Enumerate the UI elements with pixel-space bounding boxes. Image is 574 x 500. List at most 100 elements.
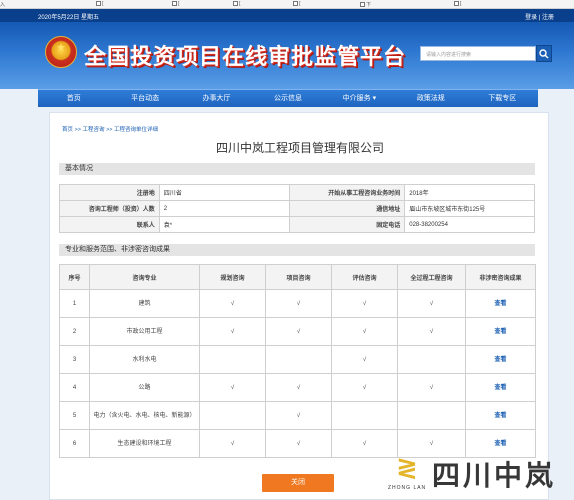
- planning-check: [199, 401, 266, 430]
- specialty-name: 水利水电: [89, 345, 200, 374]
- view-results-link[interactable]: 查看: [465, 373, 536, 402]
- contact-value: 袁*: [158, 216, 290, 233]
- engineer-count-value: 2: [158, 200, 290, 217]
- specialty-name: 建筑: [89, 289, 200, 318]
- project-check: [265, 345, 332, 374]
- row-number: 5: [59, 401, 90, 430]
- contact-label: 联系人: [59, 216, 160, 233]
- download-icon: [360, 2, 365, 7]
- registered-place-value: 四川省: [158, 184, 290, 201]
- table-row: 4 公路 √ √ √ √ 查看: [59, 373, 536, 402]
- chevron-down-icon: ▾: [372, 95, 377, 102]
- col-header-results: 非涉密咨询成果: [465, 264, 536, 290]
- table-row: 5 电力（含火电、水电、核电、新能源） √ 查看: [59, 401, 536, 430]
- link-separator: |: [538, 15, 541, 21]
- whole-process-check: [397, 345, 466, 374]
- main-nav: 首页 平台动态 办事大厅 公示信息 中介服务 ▾ 政策法规 下载专区: [38, 89, 538, 107]
- whole-process-check: √: [397, 317, 466, 346]
- page-title: 四川中岚工程项目管理有限公司: [215, 141, 384, 155]
- bookmark-icon: [454, 1, 459, 6]
- nav-intermediary-service[interactable]: 中介服务 ▾: [324, 90, 395, 107]
- breadcrumb-current[interactable]: 工程咨询单位详细: [114, 127, 158, 133]
- engineer-count-label: 咨询工程师（投资）人数: [59, 200, 160, 217]
- bookmark-icon: [233, 1, 238, 6]
- address-value: 眉山市东坡区城市东街125号: [404, 200, 535, 217]
- table-row: 联系人 袁* 固定电话 028-38200254: [59, 216, 535, 233]
- start-time-value: 2018年: [404, 184, 535, 201]
- bookmark-icon: [172, 1, 177, 6]
- row-number: 4: [59, 373, 90, 402]
- bookmark-icon: [293, 1, 298, 6]
- table-row: 3 水利水电 √ 查看: [59, 345, 536, 374]
- col-header-number: 序号: [59, 264, 90, 290]
- watermark-name: 四川中岚: [432, 460, 557, 491]
- row-number: 3: [59, 345, 90, 374]
- assessment-check: √: [331, 289, 398, 318]
- whole-process-check: [397, 401, 466, 430]
- assessment-check: √: [331, 317, 398, 346]
- nav-service-hall[interactable]: 办事大厅: [181, 90, 252, 107]
- nav-policies[interactable]: 政策法规: [395, 90, 466, 107]
- breadcrumb-separator: >>: [74, 127, 81, 133]
- services-heading: 专业和服务范围、非涉密咨询成果: [59, 244, 535, 256]
- phone-label: 固定电话: [288, 216, 406, 233]
- project-check: √: [265, 429, 332, 458]
- bookmark-5[interactable]: [: [293, 1, 300, 7]
- table-header-row: 序号 咨询专业 规划咨询 项目咨询 评估咨询 全过程工程咨询 非涉密咨询成果: [59, 264, 536, 290]
- nav-home[interactable]: 首页: [38, 90, 109, 107]
- nav-platform-news[interactable]: 平台动态: [109, 90, 180, 107]
- assessment-check: √: [331, 345, 398, 374]
- view-results-link[interactable]: 查看: [465, 345, 536, 374]
- col-header-assessment: 评估咨询: [331, 264, 398, 290]
- breadcrumb: 首页 >> 工程咨询 >> 工程咨询单位详细: [62, 125, 158, 133]
- breadcrumb-consulting[interactable]: 工程咨询: [83, 127, 105, 133]
- bookmark-2[interactable]: [: [96, 1, 103, 7]
- assessment-check: [331, 401, 398, 430]
- registered-place-label: 注册地: [59, 184, 160, 201]
- col-header-project: 项目咨询: [265, 264, 332, 290]
- table-row: 注册地 四川省 开始从事工程咨询业务时间 2018年: [59, 184, 535, 201]
- nav-downloads[interactable]: 下载专区: [467, 90, 538, 107]
- bookmark-1[interactable]: 入: [0, 1, 5, 8]
- view-results-link[interactable]: 查看: [465, 401, 536, 430]
- breadcrumb-separator: >>: [106, 127, 113, 133]
- table-row: 2 市政公用工程 √ √ √ √ 查看: [59, 317, 536, 346]
- browser-bookmarks-bar: 入 [ [ [ [ 下 [: [0, 0, 574, 9]
- watermark-latin: ZHONG LAN: [388, 485, 427, 491]
- col-header-planning: 规划咨询: [199, 264, 266, 290]
- search-button[interactable]: [536, 45, 552, 62]
- register-link[interactable]: 注册: [542, 15, 554, 21]
- login-link[interactable]: 登录: [525, 15, 537, 21]
- project-check: √: [265, 373, 332, 402]
- project-check: √: [265, 289, 332, 318]
- bookmark-7[interactable]: [: [454, 1, 461, 7]
- bookmark-3[interactable]: [: [172, 1, 179, 7]
- project-check: √: [265, 401, 332, 430]
- site-header: 2020年5月22日 星期五 登录 | 注册 ★ 全国投资项目在线审批监管平台 …: [0, 9, 574, 89]
- view-results-link[interactable]: 查看: [465, 289, 536, 318]
- whole-process-check: √: [397, 373, 466, 402]
- bookmark-6[interactable]: 下: [360, 1, 371, 8]
- bookmark-4[interactable]: [: [233, 1, 240, 7]
- breadcrumb-home[interactable]: 首页: [62, 127, 73, 133]
- national-emblem-icon: ★: [45, 36, 77, 68]
- site-title: 全国投资项目在线审批监管平台: [84, 44, 407, 69]
- table-row: 1 建筑 √ √ √ √ 查看: [59, 289, 536, 318]
- whole-process-check: √: [397, 289, 466, 318]
- close-button[interactable]: 关闭: [262, 474, 334, 492]
- basic-info-heading: 基本情况: [59, 163, 535, 175]
- view-results-link[interactable]: 查看: [465, 317, 536, 346]
- zhonglan-logo-icon: ≷: [396, 452, 418, 482]
- planning-check: √: [199, 429, 266, 458]
- services-table: 序号 咨询专业 规划咨询 项目咨询 评估咨询 全过程工程咨询 非涉密咨询成果 1…: [59, 264, 536, 458]
- top-links: 登录 | 注册: [525, 12, 554, 21]
- planning-check: √: [199, 373, 266, 402]
- basic-info-table: 注册地 四川省 开始从事工程咨询业务时间 2018年 咨询工程师（投资）人数 2…: [59, 184, 535, 233]
- row-number: 6: [59, 429, 90, 458]
- nav-public-info[interactable]: 公示信息: [252, 90, 323, 107]
- row-number: 1: [59, 289, 90, 318]
- search-input[interactable]: 请输入内容进行搜索: [420, 46, 536, 61]
- start-time-label: 开始从事工程咨询业务时间: [288, 184, 406, 201]
- zhonglan-logo: ≷ ZHONG LAN: [388, 452, 428, 492]
- assessment-check: √: [331, 373, 398, 402]
